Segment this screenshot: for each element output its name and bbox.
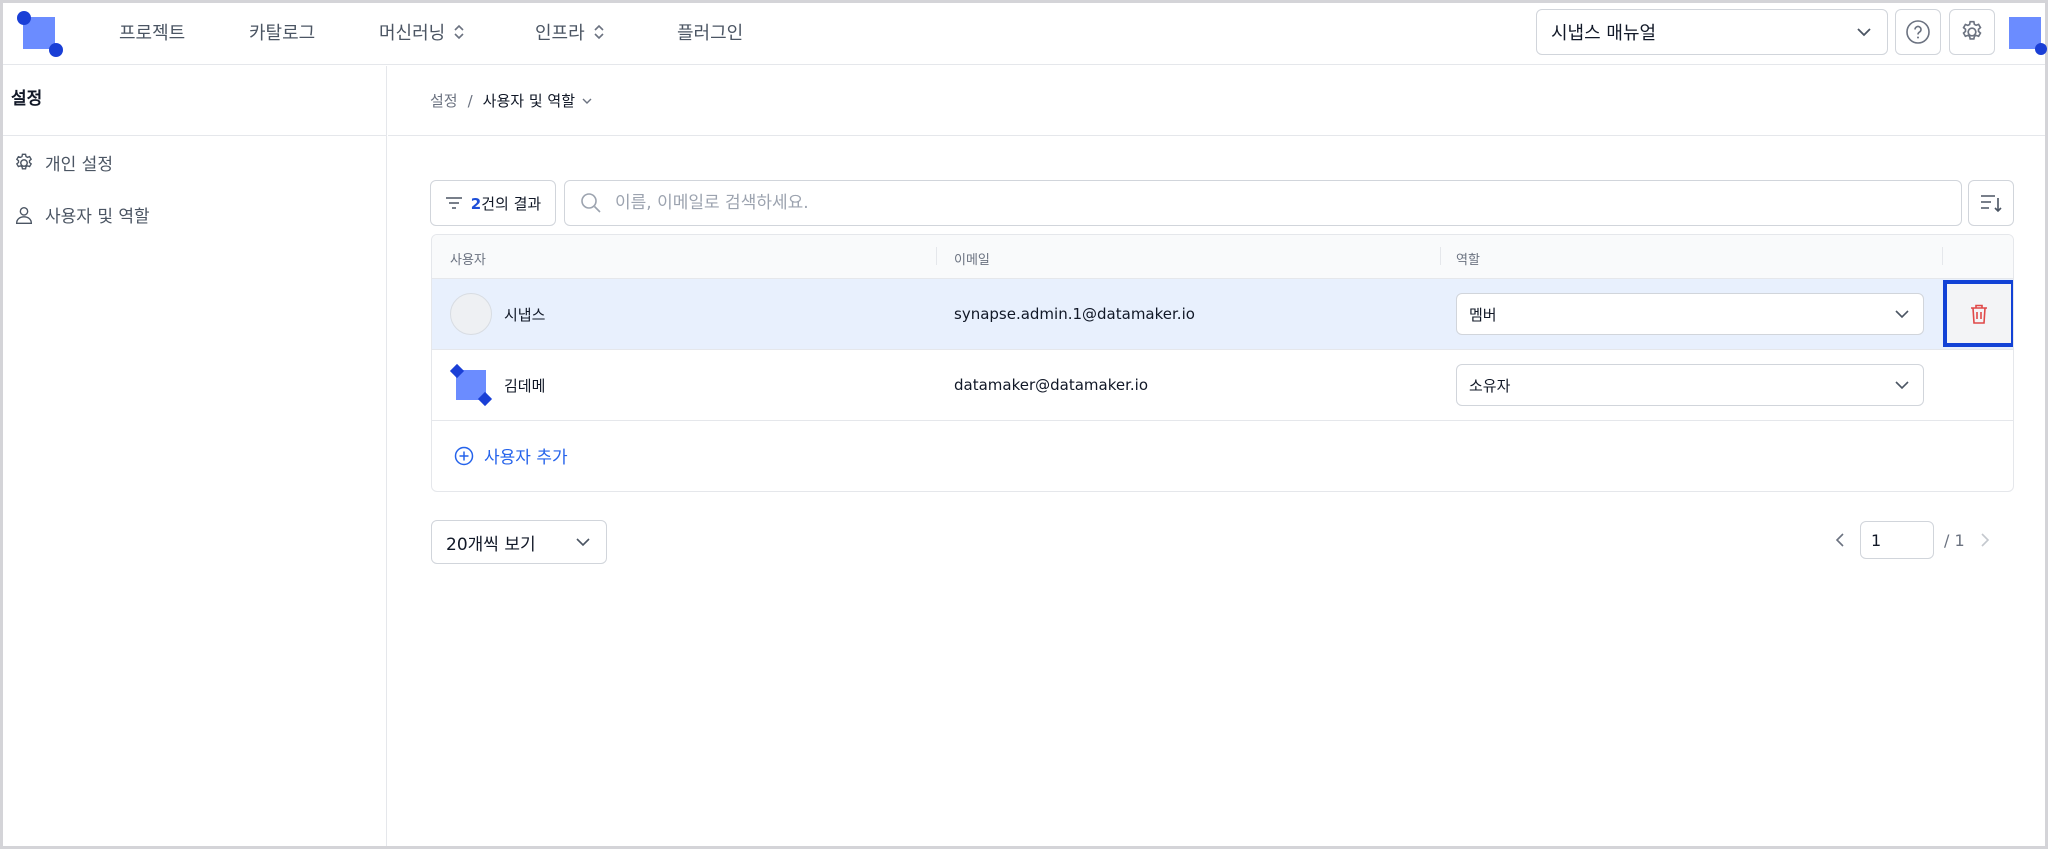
- top-navigation-bar: 프로젝트 카탈로그 머신러닝 인프라 플러그인 시냅스 매뉴얼: [3, 3, 2047, 65]
- user-avatar[interactable]: [2005, 11, 2047, 55]
- settings-sidebar: 설정 개인 설정 사용자 및 역할: [3, 66, 387, 846]
- user-name: 시냅스: [504, 305, 546, 324]
- sidebar-item-label: 사용자 및 역할: [45, 207, 150, 227]
- user-email: datamaker@datamaker.io: [954, 376, 1149, 394]
- add-user-button[interactable]: 사용자 추가: [454, 443, 568, 468]
- app-logo[interactable]: [17, 11, 63, 57]
- user-cell: 김데메: [449, 363, 546, 407]
- page-size-select[interactable]: 20개씩 보기: [431, 520, 607, 564]
- column-header-email: 이메일: [954, 253, 990, 268]
- gear-icon: [15, 153, 33, 170]
- result-count: 2: [470, 194, 482, 213]
- plus-circle-icon: [454, 446, 474, 465]
- chevron-down-icon: [1895, 381, 1909, 390]
- sidebar-item-personal-settings[interactable]: 개인 설정: [13, 150, 113, 175]
- sidebar-item-users-roles[interactable]: 사용자 및 역할: [13, 202, 150, 227]
- chevron-down-icon: [576, 538, 590, 547]
- chevron-down-icon: [582, 98, 592, 104]
- filter-result-button[interactable]: 2건의 결과: [430, 180, 556, 226]
- sidebar-title: 설정: [3, 66, 386, 136]
- sidebar-item-label: 개인 설정: [45, 155, 113, 175]
- search-input[interactable]: [615, 193, 1915, 213]
- table-header: 사용자 이메일 역할: [432, 235, 2013, 279]
- table-row[interactable]: 김데메 datamaker@datamaker.io 소유자: [432, 350, 2013, 421]
- table-row[interactable]: 시냅스 synapse.admin.1@datamaker.io 멤버: [432, 279, 2013, 350]
- breadcrumb-separator: /: [467, 91, 473, 110]
- breadcrumb-parent[interactable]: 설정: [430, 90, 458, 111]
- filter-icon: [445, 197, 462, 209]
- user-email: synapse.admin.1@datamaker.io: [954, 305, 1195, 323]
- avatar: [450, 293, 492, 335]
- nav-plugins[interactable]: 플러그인: [677, 19, 743, 45]
- role-value: 멤버: [1469, 305, 1497, 324]
- result-suffix: 건의 결과: [481, 194, 542, 213]
- search-icon: [581, 193, 601, 213]
- sort-icon: [1981, 195, 2002, 213]
- chevron-down-icon: [1895, 310, 1909, 319]
- role-select[interactable]: 멤버: [1456, 293, 1924, 335]
- user-icon: [15, 206, 33, 224]
- pagination: 1 / 1: [1832, 520, 1993, 560]
- chevron-updown-icon: [454, 24, 464, 40]
- total-pages: / 1: [1944, 530, 1965, 550]
- nav-projects[interactable]: 프로젝트: [119, 19, 185, 45]
- users-table: 사용자 이메일 역할 시냅스 synapse.admin.1@datamaker…: [431, 234, 2014, 492]
- nav-catalog[interactable]: 카탈로그: [249, 19, 315, 45]
- chevron-updown-icon: [594, 24, 604, 40]
- role-value: 소유자: [1469, 376, 1511, 395]
- breadcrumb-current[interactable]: 사용자 및 역할: [483, 90, 593, 111]
- avatar: [449, 363, 493, 407]
- user-name: 김데메: [504, 376, 546, 395]
- manual-select-value: 시냅스 매뉴얼: [1551, 23, 1657, 44]
- search-box[interactable]: [564, 180, 1962, 226]
- gear-icon: [1962, 20, 1982, 40]
- chevron-left-icon[interactable]: [1832, 531, 1850, 549]
- delete-user-button[interactable]: [1943, 280, 2013, 347]
- breadcrumb: 설정 / 사용자 및 역할: [430, 90, 593, 111]
- page-size-value: 20개씩 보기: [446, 534, 536, 555]
- nav-infra[interactable]: 인프라: [535, 19, 605, 45]
- breadcrumb-bar: 설정 / 사용자 및 역할: [388, 66, 2045, 136]
- chevron-down-icon: [1857, 28, 1871, 37]
- column-header-user: 사용자: [450, 253, 486, 268]
- page-number-value: 1: [1871, 530, 1882, 550]
- help-button[interactable]: [1895, 9, 1941, 55]
- page-number-input[interactable]: 1: [1860, 521, 1934, 559]
- help-icon: [1906, 20, 1930, 44]
- sort-button[interactable]: [1968, 180, 2014, 226]
- chevron-right-icon[interactable]: [1975, 531, 1993, 549]
- trash-icon: [1971, 304, 1987, 324]
- role-select[interactable]: 소유자: [1456, 364, 1924, 406]
- nav-machine-learning[interactable]: 머신러닝: [379, 19, 465, 45]
- settings-button[interactable]: [1949, 9, 1995, 55]
- column-header-role: 역할: [1456, 253, 1480, 268]
- manual-select[interactable]: 시냅스 매뉴얼: [1536, 9, 1888, 55]
- user-cell: 시냅스: [450, 293, 545, 335]
- add-user-label: 사용자 추가: [484, 448, 568, 468]
- breadcrumb-current-label: 사용자 및 역할: [482, 92, 576, 110]
